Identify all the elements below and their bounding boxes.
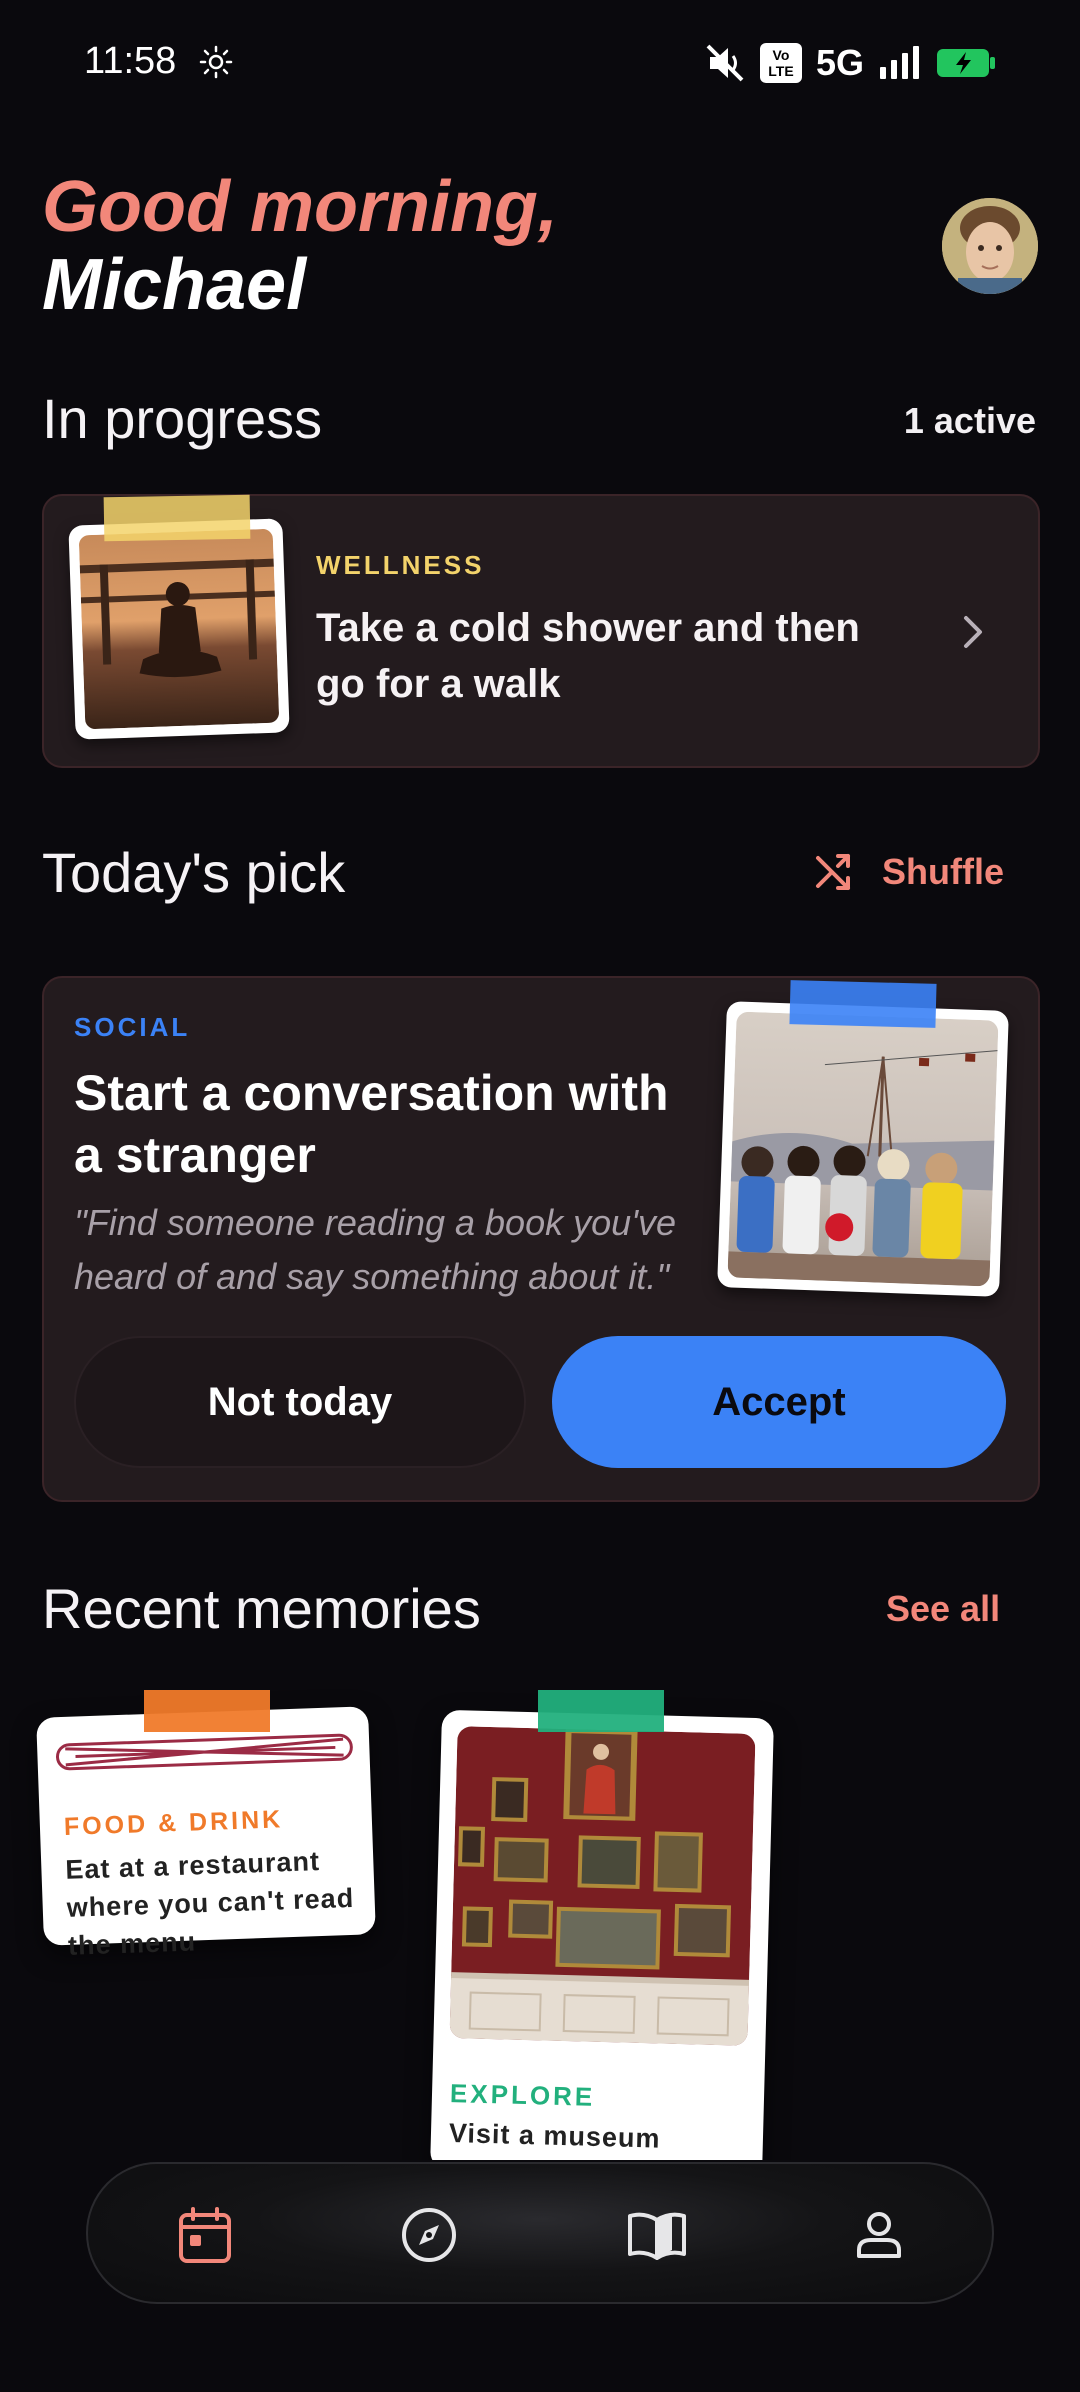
signal-icon — [880, 46, 919, 79]
mute-icon — [706, 44, 744, 82]
compass-icon — [402, 2208, 456, 2262]
wellness-photo — [68, 518, 290, 740]
nav-calendar[interactable] — [170, 2200, 240, 2270]
in-progress-title: In progress — [42, 387, 323, 450]
active-count: 1 active — [903, 400, 1036, 441]
shuffle-label: Shuffle — [882, 851, 1004, 892]
accept-button[interactable]: Accept — [552, 1336, 1006, 1468]
in-progress-task-title: Take a cold shower and then go for a wal… — [316, 606, 860, 706]
explore-tape — [538, 1690, 664, 1732]
museum-image — [449, 1726, 756, 2046]
pick-category: SOCIAL — [74, 1012, 191, 1042]
pick-title: Start a conversation with a stranger — [74, 1065, 669, 1183]
battery-icon — [937, 49, 995, 77]
profile-photo — [942, 198, 1038, 294]
see-all-link[interactable]: See all — [886, 1588, 1000, 1630]
shuffle-icon — [816, 854, 850, 890]
profile-icon — [857, 2212, 901, 2258]
crossed-out-scribble — [55, 1733, 353, 1771]
memory-card-food[interactable]: FOOD & DRINK Eat at a restaurant where y… — [36, 1706, 376, 1961]
recent-memories-title: Recent memories — [42, 1577, 481, 1640]
meditation-image — [78, 528, 280, 730]
memory-card-explore[interactable]: EXPLORE Visit a museum — [430, 1709, 774, 2179]
memory-explore-category: EXPLORE — [449, 2078, 596, 2112]
todays-pick-title: Today's pick — [42, 841, 346, 904]
memory-food-category: FOOD & DRINK — [63, 1805, 284, 1841]
nav-journal[interactable] — [622, 2200, 692, 2270]
network-label: 5G — [815, 42, 864, 83]
pick-quote: "Find someone reading a book you've hear… — [74, 1202, 677, 1297]
not-today-button[interactable]: Not today — [74, 1336, 526, 1468]
social-tape — [789, 980, 937, 1028]
friends-image — [727, 1011, 999, 1287]
memory-explore-title: Visit a museum — [448, 2118, 661, 2154]
shuffle-button[interactable]: Shuffle — [812, 850, 1004, 894]
social-photo — [717, 1001, 1009, 1297]
volte-icon: Vo LTE — [759, 43, 802, 83]
status-time: 11:58 — [84, 40, 177, 82]
bottom-nav — [86, 2162, 994, 2304]
book-icon — [628, 2212, 686, 2260]
memory-food-title: Eat at a restaurant where you can't read… — [64, 1846, 355, 1961]
nav-profile[interactable] — [844, 2200, 914, 2270]
greeting-name: Michael — [42, 245, 307, 325]
in-progress-category: WELLNESS — [316, 550, 485, 580]
calendar-icon — [179, 2207, 231, 2263]
nav-explore[interactable] — [394, 2200, 464, 2270]
status-icons: Vo LTE 5G — [704, 38, 996, 88]
avatar[interactable] — [942, 198, 1038, 294]
brightness-icon — [199, 45, 233, 79]
chevron-right-icon[interactable] — [960, 612, 988, 652]
greeting-line: Good morning, — [42, 167, 558, 247]
wellness-tape — [103, 494, 251, 542]
volte-label: Vo LTE — [768, 47, 794, 79]
food-tape — [144, 1690, 270, 1732]
